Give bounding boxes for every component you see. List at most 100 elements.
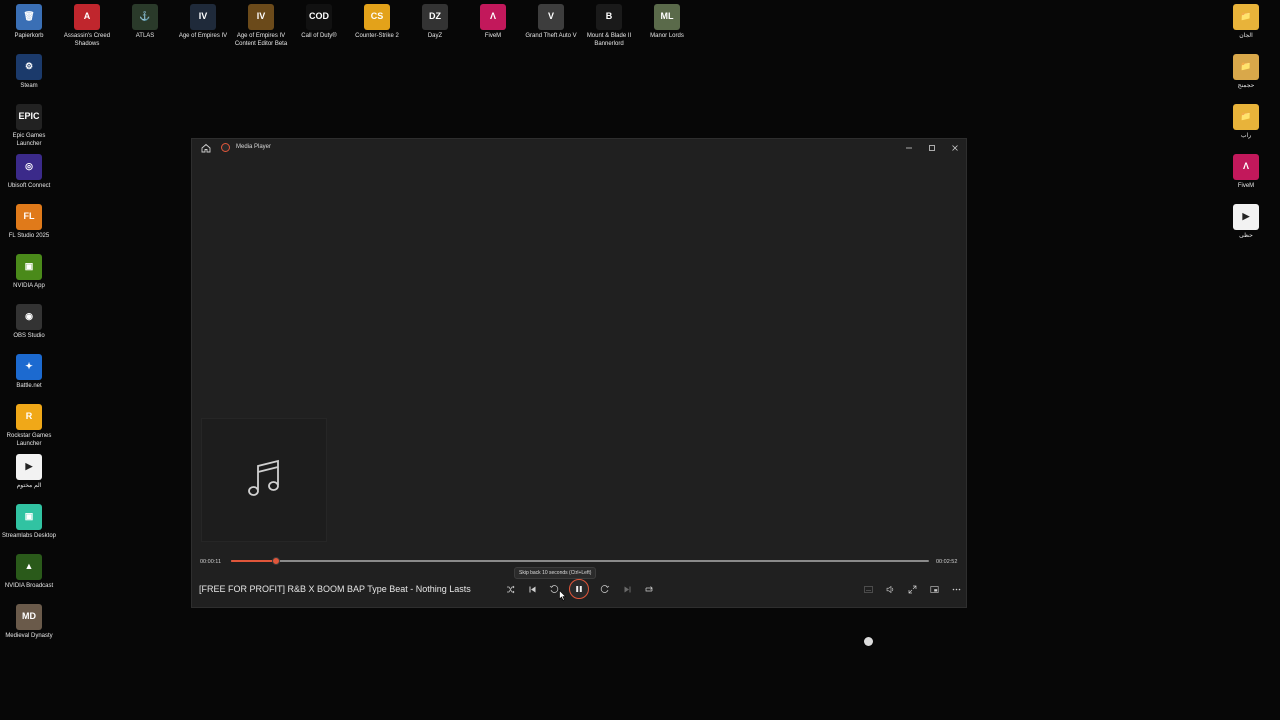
desktop-icon[interactable]: ▲ NVIDIA Broadcast: [0, 554, 58, 591]
desktop-icon-label: Streamlabs Desktop: [1, 533, 57, 539]
desktop-icon[interactable]: FL FL Studio 2025: [0, 204, 58, 241]
desktop-icon[interactable]: ML Manor Lords: [638, 4, 696, 41]
desktop-icon[interactable]: R Rockstar Games Launcher: [0, 404, 58, 448]
desktop-icon[interactable]: ◎ Ubisoft Connect: [0, 154, 58, 191]
desktop-icon-label: حجمنج: [1237, 83, 1255, 89]
media-player-app-icon: [221, 143, 230, 152]
desktop-icon-label: راب: [1240, 133, 1252, 139]
desktop-icon[interactable]: V Grand Theft Auto V: [522, 4, 580, 41]
seek-progress: [231, 560, 276, 562]
mouse-cursor-icon: [559, 588, 567, 606]
pause-button[interactable]: [569, 579, 589, 599]
desktop-icon[interactable]: B Mount & Blade II Bannerlord: [580, 4, 638, 48]
album-art-placeholder: [201, 418, 327, 542]
desktop-icon[interactable]: 🗑 Papierkorb: [0, 4, 58, 41]
desktop-icon[interactable]: ▣ NVIDIA App: [0, 254, 58, 291]
desktop-icon[interactable]: ◉ OBS Studio: [0, 304, 58, 341]
desktop-icon[interactable]: ✦ Battle.net: [0, 354, 58, 391]
desktop-icon[interactable]: ▶ الم مختوم: [0, 454, 58, 491]
desktop-icon-label: Mount & Blade II Bannerlord: [586, 33, 632, 47]
total-time: 00:02:52: [936, 559, 958, 565]
desktop-icon[interactable]: DZ DayZ: [406, 4, 464, 41]
previous-icon[interactable]: [524, 582, 540, 596]
window-title: Media Player: [236, 144, 272, 150]
mini-player-icon[interactable]: [926, 582, 942, 596]
close-button[interactable]: [944, 139, 966, 157]
skip-forward-30-icon[interactable]: [597, 582, 613, 596]
desktop-icon[interactable]: ⚙ Steam: [0, 54, 58, 91]
desktop-icon-label: FL Studio 2025: [8, 233, 50, 239]
title-bar[interactable]: Media Player: [192, 139, 966, 157]
desktop-icon-label: Counter-Strike 2: [355, 33, 399, 39]
app-icon: ✦: [16, 354, 42, 380]
minimize-button[interactable]: [898, 139, 920, 157]
desktop-icon-label: Call of Duty®: [301, 33, 337, 39]
next-icon[interactable]: [619, 582, 635, 596]
app-icon: ▣: [16, 254, 42, 280]
app-icon: IV: [248, 4, 274, 30]
pause-icon: [575, 580, 583, 598]
app-icon: EPIC: [16, 104, 42, 130]
app-icon: ML: [654, 4, 680, 30]
app-icon: B: [596, 4, 622, 30]
app-icon: V: [538, 4, 564, 30]
home-icon[interactable]: [200, 142, 212, 154]
desktop-icon-label: ATLAS: [135, 33, 155, 39]
desktop-icon[interactable]: ▶ حظى: [1217, 204, 1275, 241]
app-icon: R: [16, 404, 42, 430]
captions-icon[interactable]: [860, 582, 876, 596]
desktop-icon[interactable]: 📁 حجمنج: [1217, 54, 1275, 91]
fullscreen-icon[interactable]: [904, 582, 920, 596]
desktop-icon-label: NVIDIA Broadcast: [4, 583, 54, 589]
desktop-icon-label: DayZ: [427, 33, 443, 39]
desktop-icon-label: Steam: [20, 83, 38, 89]
desktop-icon-label: Grand Theft Auto V: [525, 33, 577, 39]
desktop-icon[interactable]: IV Age of Empires IV: [174, 4, 232, 41]
repeat-icon[interactable]: [641, 582, 657, 596]
desktop-icon[interactable]: CS Counter-Strike 2: [348, 4, 406, 41]
desktop-icon[interactable]: Λ FiveM: [1217, 154, 1275, 191]
track-title: [FREE FOR PROFIT] R&B X BOOM BAP Type Be…: [199, 584, 471, 594]
desktop-icon[interactable]: MD Medieval Dynasty: [0, 604, 58, 641]
app-icon: ◎: [16, 154, 42, 180]
media-player-window[interactable]: Media Player 00:00:11 00:02:52 Skip back…: [191, 138, 967, 608]
desktop-icon[interactable]: A Assassin's Creed Shadows: [58, 4, 116, 48]
desktop-icon[interactable]: 📁 راب: [1217, 104, 1275, 141]
desktop-icon-label: Epic Games Launcher: [12, 133, 46, 147]
desktop-icon[interactable]: 📁 الجان: [1217, 4, 1275, 41]
app-icon: 🗑: [16, 4, 42, 30]
desktop-icon-label: FiveM: [484, 33, 502, 39]
app-icon: ▲: [16, 554, 42, 580]
maximize-button[interactable]: [921, 139, 943, 157]
desktop-icon-label: Medieval Dynasty: [5, 633, 53, 639]
desktop-icon-label: Ubisoft Connect: [7, 183, 51, 189]
desktop-icon-label: Manor Lords: [650, 33, 684, 39]
app-icon: ▣: [16, 504, 42, 530]
desktop-icon[interactable]: Λ FiveM: [464, 4, 522, 41]
app-icon: DZ: [422, 4, 448, 30]
desktop-icon[interactable]: EPIC Epic Games Launcher: [0, 104, 58, 148]
app-icon: Λ: [1233, 154, 1259, 180]
seek-bar[interactable]: [231, 557, 929, 565]
desktop-icon[interactable]: COD Call of Duty®: [290, 4, 348, 41]
app-icon: COD: [306, 4, 332, 30]
shuffle-icon[interactable]: [502, 582, 518, 596]
desktop-icon-label: Rockstar Games Launcher: [6, 433, 52, 447]
desktop-icon[interactable]: IV Age of Empires IV Content Editor Beta: [232, 4, 290, 48]
desktop-icon-label: FiveM: [1237, 183, 1255, 189]
app-icon: ▶: [16, 454, 42, 480]
desktop-icon-label: Assassin's Creed Shadows: [63, 33, 111, 47]
app-icon: IV: [190, 4, 216, 30]
desktop-icon[interactable]: ⚓ ATLAS: [116, 4, 174, 41]
desktop-icon[interactable]: ▣ Streamlabs Desktop: [0, 504, 58, 541]
volume-icon[interactable]: [882, 582, 898, 596]
app-icon: ▶: [1233, 204, 1259, 230]
app-icon: A: [74, 4, 100, 30]
elapsed-time: 00:00:11: [200, 559, 222, 565]
desktop-icon-label: الجان: [1239, 33, 1253, 39]
seek-thumb[interactable]: [271, 557, 280, 565]
desktop-icon-label: OBS Studio: [13, 333, 45, 339]
app-icon: ⚓: [132, 4, 158, 30]
app-icon: 📁: [1233, 104, 1259, 130]
more-options-icon[interactable]: [948, 582, 964, 596]
